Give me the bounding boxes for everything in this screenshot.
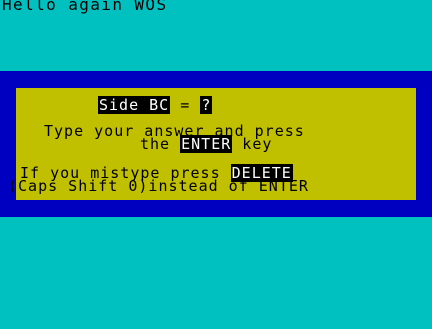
question-panel: Side BC = ? Type your answer and press t… <box>8 88 416 200</box>
instruction-the-text: the <box>140 135 181 153</box>
instruction-line-4: (Caps Shift 0)instead of ENTER <box>8 177 309 195</box>
greeting-text: Hello again WOS <box>2 0 168 14</box>
question-label: Side BC <box>98 96 171 114</box>
enter-key-label: ENTER <box>180 135 233 153</box>
equals-sign: = <box>170 96 201 114</box>
instruction-line-2: the ENTER key <box>140 135 273 153</box>
answer-field[interactable]: ? <box>200 96 213 114</box>
game-screen: Hello again WOS Side BC = ? Type your an… <box>0 0 432 329</box>
question-line: Side BC = ? <box>98 96 213 114</box>
instruction-key-text: key <box>232 135 273 153</box>
